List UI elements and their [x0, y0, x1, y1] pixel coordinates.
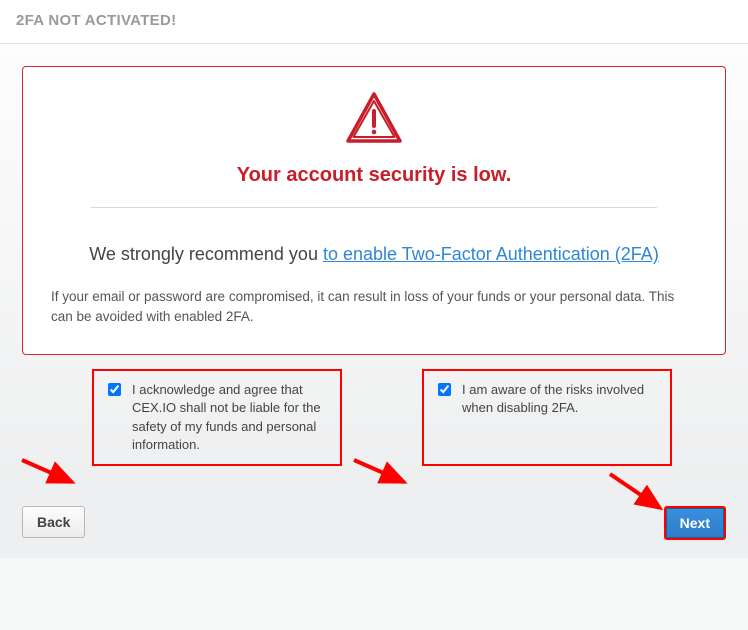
- enable-2fa-link[interactable]: to enable Two-Factor Authentication (2FA…: [323, 244, 659, 264]
- next-button[interactable]: Next: [664, 506, 726, 540]
- security-warning-card: Your account security is low. We strongl…: [22, 66, 726, 355]
- warning-triangle-icon: [344, 91, 404, 150]
- acknowledge-liability-box[interactable]: I acknowledge and agree that CEX.IO shal…: [92, 369, 342, 466]
- page-title: 2FA NOT ACTIVATED!: [16, 12, 732, 29]
- footer-bar: Back Next: [0, 484, 748, 558]
- back-button[interactable]: Back: [22, 506, 85, 538]
- card-divider: [91, 207, 657, 208]
- acknowledge-liability-label: I acknowledge and agree that CEX.IO shal…: [132, 381, 328, 454]
- next-button-wrap: Next: [664, 506, 726, 540]
- acknowledge-liability-checkbox[interactable]: [108, 383, 121, 396]
- explain-text: If your email or password are compromise…: [51, 287, 697, 326]
- warning-icon-row: [51, 89, 697, 150]
- recommend-prefix: We strongly recommend you: [89, 244, 323, 264]
- aware-risks-checkbox[interactable]: [438, 383, 451, 396]
- aware-risks-box[interactable]: I am aware of the risks involved when di…: [422, 369, 672, 466]
- acknowledgement-row: I acknowledge and agree that CEX.IO shal…: [22, 369, 726, 466]
- page-header: 2FA NOT ACTIVATED!: [0, 0, 748, 44]
- recommend-text: We strongly recommend you to enable Two-…: [51, 244, 697, 265]
- aware-risks-label: I am aware of the risks involved when di…: [462, 381, 658, 417]
- page-root: 2FA NOT ACTIVATED! Your account security…: [0, 0, 748, 558]
- security-low-heading: Your account security is low.: [51, 164, 697, 187]
- content-area: Your account security is low. We strongl…: [0, 44, 748, 484]
